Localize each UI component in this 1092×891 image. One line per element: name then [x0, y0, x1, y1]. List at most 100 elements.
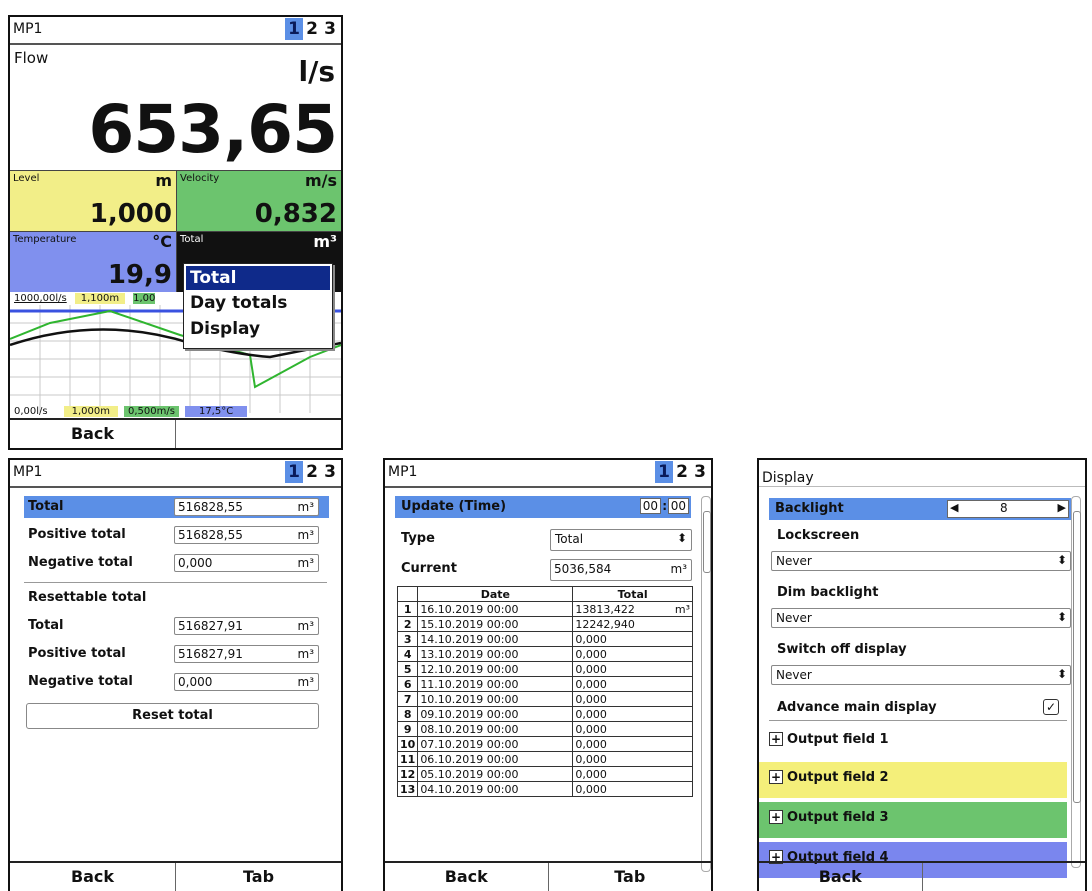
table-cell-total: 0,000: [572, 661, 693, 677]
expand-icon[interactable]: +: [769, 810, 783, 824]
switch-off-display-select[interactable]: Never ⬍: [771, 665, 1071, 685]
table-cell-date: 10.10.2019 00:00: [417, 691, 574, 707]
expand-icon[interactable]: +: [769, 770, 783, 784]
back-button[interactable]: Back: [10, 863, 176, 891]
output-field-2[interactable]: + Output field 2: [759, 762, 1067, 798]
page-3-tab[interactable]: 3: [691, 461, 709, 483]
negative-total-label: Negative total: [28, 555, 133, 570]
page-3-tab[interactable]: 3: [321, 461, 339, 483]
update-time-hours[interactable]: 00: [639, 498, 661, 514]
update-time-colon: :: [662, 499, 667, 513]
positive-total-label: Positive total: [28, 527, 126, 542]
page-2-tab[interactable]: 2: [303, 461, 321, 483]
softkey-right[interactable]: [176, 420, 341, 448]
increase-icon[interactable]: ▶: [1058, 501, 1066, 514]
reset-positive-total-row[interactable]: Positive total 516827,91 m³: [24, 643, 329, 665]
output-field-3[interactable]: + Output field 3: [759, 802, 1067, 838]
level-value: 1,000: [89, 199, 172, 229]
title-bar: Display: [759, 460, 1085, 487]
main-value: 653,65: [88, 91, 338, 168]
table-cell-index: 10: [397, 736, 419, 752]
type-row[interactable]: Type Total ⬍: [395, 528, 692, 551]
reset-total-label: Total: [28, 618, 64, 633]
page-2-tab[interactable]: 2: [673, 461, 691, 483]
reset-positive-total-value-field: 516827,91 m³: [174, 645, 319, 663]
dim-backlight-select[interactable]: Never ⬍: [771, 608, 1071, 628]
page-selector: 1 2 3: [285, 461, 339, 483]
update-time-row[interactable]: Update (Time) 00 : 00: [395, 496, 691, 518]
title-bar: MP1 1 2 3: [10, 17, 341, 45]
velocity-field: Velocity m/s 0,832: [177, 171, 341, 232]
temperature-label: Temperature: [13, 234, 77, 245]
page-2-tab[interactable]: 2: [303, 18, 321, 40]
backlight-stepper[interactable]: ◀ 8 ▶: [947, 500, 1069, 518]
display-settings-screen: Display Backlight ◀ 8 ▶ Lockscreen Never…: [757, 458, 1087, 891]
reset-negative-total-value: 0,000: [178, 675, 213, 689]
reset-negative-total-value-field: 0,000 m³: [174, 673, 319, 691]
menu-item-display[interactable]: Display: [190, 319, 260, 339]
page-1-tab[interactable]: 1: [285, 461, 303, 483]
advance-main-display-checkbox[interactable]: ✓: [1043, 699, 1059, 715]
backlight-label: Backlight: [775, 501, 844, 516]
scrollbar[interactable]: [701, 496, 711, 872]
lockscreen-select[interactable]: Never ⬍: [771, 551, 1071, 571]
table-cell-total: 0,000: [572, 691, 693, 707]
table-body: 1 16.10.2019 00:00 13813,422 m³ 2 15.10.2019 …: [397, 601, 693, 797]
positive-total-row[interactable]: Positive total 516828,55 m³: [24, 524, 329, 546]
total-label: Total: [180, 234, 204, 245]
section-divider: [769, 720, 1067, 721]
type-select[interactable]: Total ⬍: [550, 529, 692, 551]
reset-negative-total-row[interactable]: Negative total 0,000 m³: [24, 671, 329, 693]
total-row-label: Total: [28, 499, 64, 514]
reset-total-button[interactable]: Reset total: [26, 703, 319, 729]
main-value-unit: l/s: [298, 55, 336, 88]
screen-title: MP1: [13, 464, 43, 480]
table-unit: m³: [674, 602, 690, 616]
back-button[interactable]: Back: [759, 863, 923, 891]
page-3-tab[interactable]: 3: [321, 18, 339, 40]
table-cell-total: 13813,422 m³: [572, 601, 693, 617]
scrollbar-thumb[interactable]: [1073, 511, 1081, 803]
backlight-row[interactable]: Backlight ◀ 8 ▶: [769, 498, 1071, 520]
scrollbar[interactable]: [1071, 496, 1081, 868]
table-cell-date: 16.10.2019 00:00: [417, 601, 574, 617]
table-row: 11 06.10.2019 00:00 0,000: [397, 751, 693, 767]
back-button[interactable]: Back: [10, 420, 176, 448]
dim-backlight-label: Dim backlight: [777, 585, 879, 600]
reset-positive-total-unit: m³: [297, 647, 315, 661]
table-row: 7 10.10.2019 00:00 0,000: [397, 691, 693, 707]
page-1-tab[interactable]: 1: [655, 461, 673, 483]
level-field: Level m 1,000: [10, 171, 177, 232]
reset-total-row[interactable]: Total 516827,91 m³: [24, 615, 329, 637]
menu-item-total[interactable]: Total: [186, 266, 330, 290]
table-cell-index: 3: [397, 631, 419, 647]
velocity-label: Velocity: [180, 173, 220, 184]
back-button[interactable]: Back: [385, 863, 549, 891]
output-field-2-content: + Output field 2: [769, 770, 889, 785]
current-row[interactable]: Current 5036,584 m³: [395, 558, 692, 581]
screen-title: Display: [762, 470, 814, 486]
negative-total-value: 0,000: [178, 556, 213, 570]
reset-negative-total-unit: m³: [297, 675, 315, 689]
reset-positive-total-label: Positive total: [28, 646, 126, 661]
graph-bottom-label-temperature: 17,5°C: [184, 406, 248, 417]
output-field-1[interactable]: + Output field 1: [759, 724, 1067, 760]
reset-negative-total-label: Negative total: [28, 674, 133, 689]
menu-item-day-totals[interactable]: Day totals: [190, 293, 287, 313]
expand-icon[interactable]: +: [769, 732, 783, 746]
update-time-minutes[interactable]: 00: [667, 498, 689, 514]
tab-button[interactable]: Tab: [549, 863, 712, 891]
tab-button[interactable]: Tab: [176, 863, 341, 891]
reset-total-unit: m³: [297, 619, 315, 633]
softkey-right[interactable]: [923, 863, 1086, 891]
negative-total-row[interactable]: Negative total 0,000 m³: [24, 552, 329, 574]
scrollbar-thumb[interactable]: [703, 511, 711, 573]
page-1-tab[interactable]: 1: [285, 18, 303, 40]
decrease-icon[interactable]: ◀: [950, 501, 958, 514]
table-cell-total: 0,000: [572, 646, 693, 662]
total-row[interactable]: Total 516828,55 m³: [24, 496, 329, 518]
table-cell-total: 0,000: [572, 706, 693, 722]
table-row: 9 08.10.2019 00:00 0,000: [397, 721, 693, 737]
velocity-value: 0,832: [254, 199, 337, 229]
update-time-label: Update (Time): [401, 499, 507, 514]
